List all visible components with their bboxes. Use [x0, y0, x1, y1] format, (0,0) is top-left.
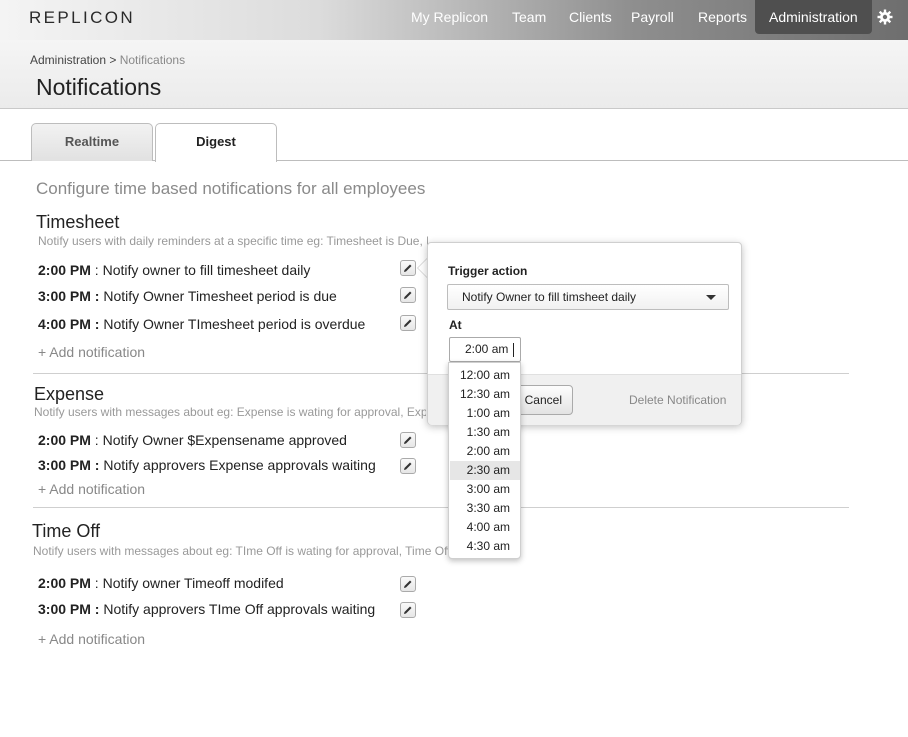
time-option[interactable]: 1:30 am: [450, 423, 520, 442]
gear-icon[interactable]: [877, 9, 893, 25]
time-option[interactable]: 3:30 am: [450, 499, 520, 518]
nav-clients[interactable]: Clients: [569, 0, 612, 34]
nav-reports[interactable]: Reports: [698, 0, 747, 34]
time-option-highlighted[interactable]: 2:30 am: [450, 461, 520, 480]
trigger-action-select[interactable]: Notify Owner to fill timsheet daily: [447, 284, 729, 310]
edit-pencil-icon[interactable]: [400, 576, 416, 592]
at-label: At: [449, 318, 462, 332]
breadcrumb: Administration > Notifications: [30, 53, 185, 67]
time-dropdown-list: 12:00 am 12:30 am 1:00 am 1:30 am 2:00 a…: [448, 362, 521, 559]
time-option[interactable]: 4:00 am: [450, 518, 520, 537]
text-cursor: [513, 343, 514, 357]
delete-notification-link[interactable]: Delete Notification: [629, 393, 726, 407]
edit-pencil-icon[interactable]: [400, 287, 416, 303]
breadcrumb-administration[interactable]: Administration >: [30, 53, 116, 67]
section-divider: [33, 507, 849, 508]
notification-row: 3:00 PM : Notify approvers TIme Off appr…: [38, 601, 376, 617]
configure-heading: Configure time based notifications for a…: [36, 179, 426, 198]
notification-row: 2:00 PM : Notify owner to fill timesheet…: [38, 262, 311, 278]
nav-administration[interactable]: Administration: [755, 0, 872, 34]
tab-digest[interactable]: Digest: [155, 123, 277, 162]
time-input[interactable]: 2:00 am: [449, 337, 521, 362]
time-option[interactable]: 12:00 am: [450, 366, 520, 385]
notification-row: 3:00 PM : Notify Owner Timesheet period …: [38, 288, 337, 304]
edit-pencil-icon[interactable]: [400, 602, 416, 618]
time-input-value: 2:00 am: [465, 342, 509, 356]
section-desc-expense: Notify users with messages about eg: Exp…: [34, 405, 426, 419]
chevron-down-icon: [706, 295, 716, 300]
nav-team[interactable]: Team: [512, 0, 546, 34]
replicon-logo[interactable]: REPLICON: [29, 8, 135, 28]
notification-row: 4:00 PM : Notify Owner TImesheet period …: [38, 316, 366, 332]
trigger-action-label: Trigger action: [448, 264, 528, 278]
cancel-button[interactable]: Cancel: [517, 385, 573, 415]
edit-pencil-icon[interactable]: [400, 432, 416, 448]
time-option[interactable]: 1:00 am: [450, 404, 520, 423]
time-option[interactable]: 2:00 am: [450, 442, 520, 461]
edit-pencil-icon[interactable]: [400, 458, 416, 474]
tab-realtime[interactable]: Realtime: [31, 123, 153, 161]
trigger-action-value: Notify Owner to fill timsheet daily: [462, 290, 637, 304]
add-notification-link[interactable]: + Add notification: [38, 631, 145, 647]
section-title-expense: Expense: [34, 384, 105, 404]
nav-my-replicon[interactable]: My Replicon: [411, 0, 488, 34]
notification-row: 3:00 PM : Notify approvers Expense appro…: [38, 457, 376, 473]
breadcrumb-current: Notifications: [119, 53, 186, 67]
notification-row: 2:00 PM : Notify Owner $Expensename appr…: [38, 432, 347, 448]
section-desc-time-off: Notify users with messages about eg: TIm…: [33, 544, 448, 558]
section-title-timesheet: Timesheet: [36, 212, 120, 232]
time-option[interactable]: 3:00 am: [450, 480, 520, 499]
add-notification-link[interactable]: + Add notification: [38, 481, 145, 497]
section-desc-timesheet: Notify users with daily reminders at a s…: [38, 234, 428, 248]
top-nav-bar: REPLICON My Replicon Team Clients Payrol…: [0, 0, 908, 40]
page-title: Notifications: [36, 74, 162, 100]
section-title-time-off: Time Off: [32, 521, 101, 541]
edit-pencil-icon[interactable]: [400, 315, 416, 331]
time-option[interactable]: 4:30 am: [450, 537, 520, 556]
nav-payroll[interactable]: Payroll: [631, 0, 674, 34]
edit-pencil-icon[interactable]: [400, 260, 416, 276]
notification-row: 2:00 PM : Notify owner Timeoff modifed: [38, 575, 284, 591]
add-notification-link[interactable]: + Add notification: [38, 344, 145, 360]
page-header: Administration > Notifications Notificat…: [0, 40, 908, 109]
time-option[interactable]: 12:30 am: [450, 385, 520, 404]
